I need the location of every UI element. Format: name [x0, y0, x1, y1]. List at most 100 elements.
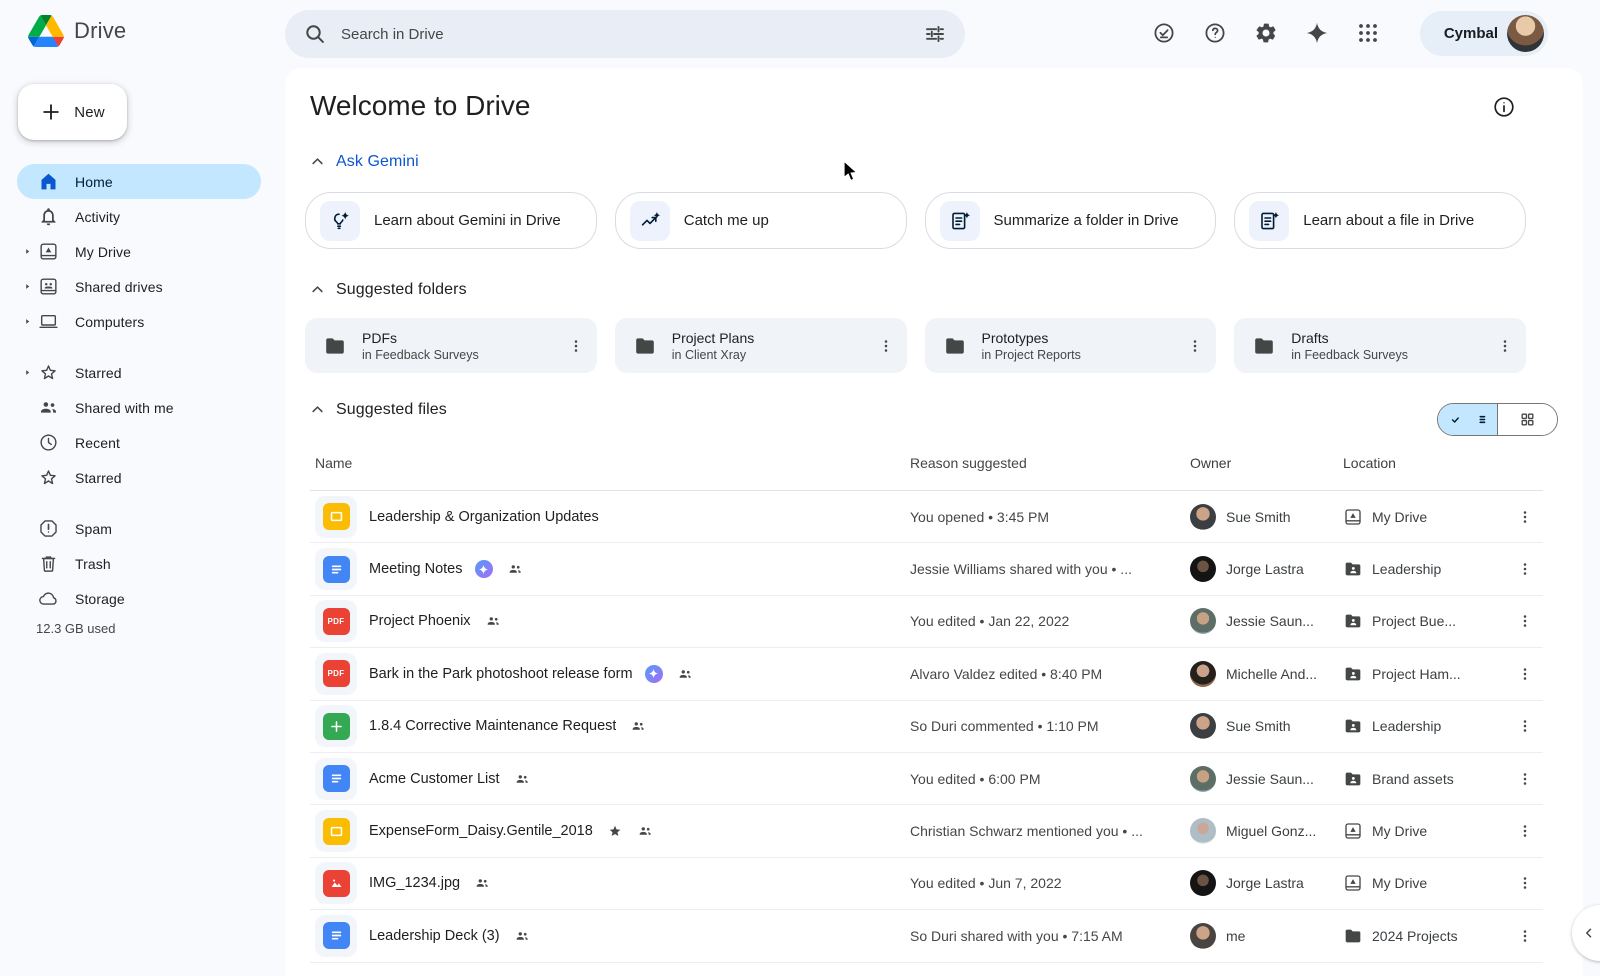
suggested-folder-card[interactable]: Project Plans in Client Xray: [614, 318, 907, 373]
more-options-icon[interactable]: [1496, 337, 1514, 355]
location-name: Leadership: [1372, 561, 1442, 578]
table-row[interactable]: PDF Bark in the Park photoshoot release f…: [310, 648, 1543, 701]
gemini-card[interactable]: Catch me up: [614, 192, 907, 249]
drive-logo-text: Drive: [74, 18, 127, 43]
chevron-up-icon[interactable]: [308, 400, 327, 419]
availability-status-icon[interactable]: [1152, 21, 1176, 45]
gemini-icon[interactable]: [1305, 21, 1329, 45]
mydrive-icon: [1343, 821, 1363, 841]
list-view-icon: [1478, 415, 1485, 424]
search-icon[interactable]: [303, 22, 327, 46]
table-row[interactable]: IMG_1234.jpg You edited • Jun 7, 2022 Jorg…: [310, 858, 1543, 911]
ask-gemini-header[interactable]: Ask Gemini: [308, 152, 419, 171]
info-icon[interactable]: [1492, 95, 1516, 119]
suggested-folders-label: Suggested folders: [336, 280, 467, 298]
column-header-owner[interactable]: Owner: [1190, 455, 1343, 471]
more-options-icon[interactable]: [1516, 508, 1534, 526]
more-options-icon[interactable]: [1516, 665, 1534, 683]
search-filters-icon[interactable]: [923, 22, 947, 46]
gemini-summary-badge[interactable]: [474, 560, 493, 579]
view-toggle: [1437, 403, 1558, 436]
more-options-icon[interactable]: [1516, 717, 1534, 735]
sidebar-item-shared-with-me[interactable]: Shared with me: [17, 390, 261, 425]
sidebar-item-home[interactable]: Home: [17, 164, 261, 199]
cell-name: ExpenseForm_Daisy.Gentile_2018: [310, 810, 910, 853]
column-header-name[interactable]: Name: [310, 455, 910, 471]
cell-location[interactable]: My Drive: [1343, 507, 1507, 527]
gemini-card[interactable]: Learn about a file in Drive: [1234, 192, 1526, 249]
cell-location[interactable]: My Drive: [1343, 821, 1507, 841]
trash-icon: [38, 553, 59, 574]
suggested-folder-card[interactable]: Prototypes in Project Reports: [924, 318, 1217, 373]
more-options-icon[interactable]: [1516, 822, 1534, 840]
cell-location[interactable]: My Drive: [1343, 873, 1507, 893]
more-options-icon[interactable]: [1516, 770, 1534, 788]
expand-caret-icon[interactable]: [22, 281, 33, 292]
cell-location[interactable]: Project Ham...: [1343, 664, 1507, 684]
table-row[interactable]: Leadership & Organization Updates You ope…: [310, 491, 1543, 544]
table-row[interactable]: PDF Project Phoenix You edited • Jan 22, 2…: [310, 596, 1543, 649]
table-row[interactable]: ExpenseForm_Daisy.Gentile_2018 Christian …: [310, 805, 1543, 858]
owner-avatar: [1190, 503, 1216, 530]
user-avatar[interactable]: [1507, 15, 1544, 52]
sidebar-item-trash[interactable]: Trash: [17, 546, 261, 581]
table-row[interactable]: Meeting Notes Jessie Williams shared with…: [310, 543, 1543, 596]
chevron-up-icon[interactable]: [308, 152, 327, 171]
expand-caret-icon[interactable]: [22, 316, 33, 327]
cloud-icon: [38, 588, 59, 609]
docs-file-icon: [322, 922, 350, 950]
cell-menu: [1507, 927, 1543, 945]
account-pill[interactable]: Cymbal: [1420, 11, 1548, 56]
suggested-folder-card[interactable]: Drafts in Feedback Surveys: [1234, 318, 1526, 373]
cell-location[interactable]: Brand assets: [1343, 769, 1507, 789]
sidebar-item-recent[interactable]: Recent: [17, 425, 261, 460]
folder-icon: [633, 334, 657, 358]
grid-view-button[interactable]: [1497, 404, 1557, 435]
more-options-icon[interactable]: [1516, 612, 1534, 630]
suggested-files-header[interactable]: Suggested files: [308, 400, 447, 419]
more-options-icon[interactable]: [567, 337, 585, 355]
table-row[interactable]: Acme Customer List You edited • 6:00 PM Je…: [310, 753, 1543, 806]
more-options-icon[interactable]: [1516, 560, 1534, 578]
more-options-icon[interactable]: [1516, 927, 1534, 945]
cell-location[interactable]: Leadership: [1343, 716, 1507, 736]
sidebar-item-shared-drives[interactable]: Shared drives: [17, 269, 261, 304]
gemini-summary-badge[interactable]: [644, 664, 663, 683]
owner-avatar: [1190, 556, 1216, 583]
table-row[interactable]: Leadership Deck (3) So Duri shared with y…: [310, 910, 1543, 963]
sidebar-item-starred[interactable]: Starred: [17, 355, 261, 390]
column-header-location[interactable]: Location: [1343, 455, 1507, 471]
cell-location[interactable]: Project Bue...: [1343, 611, 1507, 631]
sidebar-item-starred[interactable]: Starred: [17, 460, 261, 495]
apps-grid-icon[interactable]: [1356, 21, 1380, 45]
sidebar-item-spam[interactable]: Spam: [17, 511, 261, 546]
settings-icon[interactable]: [1254, 21, 1278, 45]
expand-caret-icon[interactable]: [22, 246, 33, 257]
cell-location[interactable]: 2024 Projects: [1343, 926, 1507, 946]
ask-gemini-label[interactable]: Ask Gemini: [336, 153, 419, 171]
table-row[interactable]: 1.8.4 Corrective Maintenance Request So D…: [310, 701, 1543, 753]
cell-location[interactable]: Leadership: [1343, 559, 1507, 579]
new-button[interactable]: New: [18, 84, 127, 140]
help-icon[interactable]: [1203, 21, 1227, 45]
sidebar-item-computers[interactable]: Computers: [17, 304, 261, 339]
more-options-icon[interactable]: [1186, 337, 1204, 355]
search-input[interactable]: [341, 25, 909, 43]
sidebar-item-activity[interactable]: Activity: [17, 199, 261, 234]
gemini-card[interactable]: Summarize a folder in Drive: [924, 192, 1217, 249]
brand-name: Cymbal: [1443, 25, 1498, 42]
sidebar-item-storage[interactable]: Storage: [17, 581, 261, 616]
chevron-up-icon[interactable]: [308, 280, 327, 299]
column-header-reason-suggested[interactable]: Reason suggested: [910, 455, 1190, 471]
search-bar[interactable]: [285, 10, 965, 58]
gemini-card[interactable]: Learn about Gemini in Drive: [305, 192, 597, 249]
suggested-folders-header[interactable]: Suggested folders: [308, 280, 467, 299]
more-options-icon[interactable]: [1516, 874, 1534, 892]
more-options-icon[interactable]: [877, 337, 895, 355]
suggested-folder-card[interactable]: PDFs in Feedback Surveys: [305, 318, 597, 373]
new-button-label: New: [74, 103, 105, 121]
drive-logo[interactable]: Drive: [28, 15, 126, 47]
sidebar-item-my-drive[interactable]: My Drive: [17, 234, 261, 269]
expand-caret-icon[interactable]: [22, 367, 33, 378]
list-view-button[interactable]: [1438, 404, 1497, 435]
